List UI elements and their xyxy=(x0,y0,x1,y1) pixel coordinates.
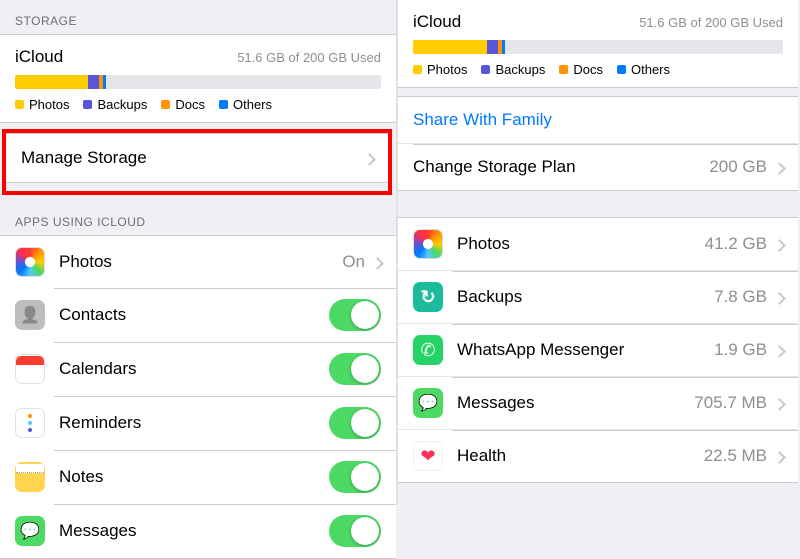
usage-size: 705.7 MB xyxy=(694,393,767,413)
app-label: Photos xyxy=(59,252,342,272)
legend-swatch-docs xyxy=(559,65,568,74)
legend-swatch-others xyxy=(617,65,626,74)
legend-swatch-photos xyxy=(413,65,422,74)
toggle-switch[interactable] xyxy=(329,299,381,331)
legend-swatch-others xyxy=(219,100,228,109)
legend-swatch-photos xyxy=(15,100,24,109)
photos-icon xyxy=(15,247,45,277)
chevron-right-icon xyxy=(365,152,373,165)
notes-icon xyxy=(15,462,45,492)
icloud-storage-summary: iCloud 51.6 GB of 200 GB Used Photos Bac… xyxy=(0,34,396,123)
usage-label: Health xyxy=(457,446,704,466)
toggle-switch[interactable] xyxy=(329,407,381,439)
section-header-storage: STORAGE xyxy=(0,0,396,34)
storage-seg-photos xyxy=(413,40,487,54)
legend-label: Photos xyxy=(29,97,69,112)
usage-row-messages[interactable]: Messages 705.7 MB xyxy=(398,376,798,429)
share-with-family-row[interactable]: Share With Family xyxy=(398,97,798,143)
app-label: Notes xyxy=(59,467,329,487)
storage-seg-others xyxy=(502,40,506,54)
chevron-right-icon xyxy=(775,161,783,174)
storage-legend: Photos Backups Docs Others xyxy=(413,62,783,77)
manage-storage-row[interactable]: Manage Storage xyxy=(6,134,388,182)
storage-seg-others xyxy=(103,75,107,89)
messages-icon xyxy=(15,516,45,546)
toggle-switch[interactable] xyxy=(329,461,381,493)
usage-size: 1.9 GB xyxy=(714,340,767,360)
app-row-contacts[interactable]: Contacts xyxy=(0,288,396,342)
usage-label: Photos xyxy=(457,234,705,254)
legend-swatch-backups xyxy=(83,100,92,109)
usage-row-whatsapp[interactable]: WhatsApp Messenger 1.9 GB xyxy=(398,323,798,376)
usage-row-backups[interactable]: Backups 7.8 GB xyxy=(398,270,798,323)
share-with-family-label: Share With Family xyxy=(413,110,783,130)
calendars-icon xyxy=(15,354,45,384)
app-row-messages[interactable]: Messages xyxy=(0,504,396,558)
app-detail: On xyxy=(342,252,365,272)
app-label: Calendars xyxy=(59,359,329,379)
manage-storage-label: Manage Storage xyxy=(21,148,365,168)
chevron-right-icon xyxy=(775,291,783,304)
chevron-right-icon xyxy=(775,344,783,357)
chevron-right-icon xyxy=(373,256,381,269)
legend-label: Backups xyxy=(97,97,147,112)
messages-icon xyxy=(413,388,443,418)
usage-row-photos[interactable]: Photos 41.2 GB xyxy=(398,218,798,270)
chevron-right-icon xyxy=(775,450,783,463)
app-label: Messages xyxy=(59,521,329,541)
whatsapp-icon xyxy=(413,335,443,365)
legend-label: Backups xyxy=(495,62,545,77)
reminders-icon xyxy=(15,408,45,438)
contacts-icon xyxy=(15,300,45,330)
storage-bar xyxy=(413,40,783,54)
usage-label: WhatsApp Messenger xyxy=(457,340,714,360)
storage-legend: Photos Backups Docs Others xyxy=(15,97,381,112)
toggle-switch[interactable] xyxy=(329,515,381,547)
chevron-right-icon xyxy=(775,397,783,410)
section-header-apps: APPS USING ICLOUD xyxy=(0,201,396,235)
app-label: Reminders xyxy=(59,413,329,433)
storage-seg-backups xyxy=(487,40,498,54)
highlight-manage-storage: Manage Storage xyxy=(2,129,392,195)
health-icon xyxy=(413,441,443,471)
app-row-photos[interactable]: Photos On xyxy=(0,236,396,288)
legend-swatch-docs xyxy=(161,100,170,109)
change-plan-label: Change Storage Plan xyxy=(413,157,709,177)
legend-swatch-backups xyxy=(481,65,490,74)
toggle-switch[interactable] xyxy=(329,353,381,385)
manage-storage-pane: iCloud 51.6 GB of 200 GB Used Photos Bac… xyxy=(398,0,798,504)
chevron-right-icon xyxy=(775,238,783,251)
storage-usage-list: Photos 41.2 GB Backups 7.8 GB WhatsApp M… xyxy=(398,217,798,483)
plan-group: Share With Family Change Storage Plan 20… xyxy=(398,96,798,191)
storage-seg-photos xyxy=(15,75,88,89)
change-storage-plan-row[interactable]: Change Storage Plan 200 GB xyxy=(398,143,798,190)
legend-label: Photos xyxy=(427,62,467,77)
icloud-title: iCloud xyxy=(15,47,63,67)
usage-size: 22.5 MB xyxy=(704,446,767,466)
photos-icon xyxy=(413,229,443,259)
icloud-usage: 51.6 GB of 200 GB Used xyxy=(639,15,783,30)
app-row-notes[interactable]: Notes xyxy=(0,450,396,504)
legend-label: Docs xyxy=(175,97,205,112)
usage-row-health[interactable]: Health 22.5 MB xyxy=(398,429,798,482)
icloud-title: iCloud xyxy=(413,12,461,32)
apps-using-icloud-list: Photos On Contacts Calendars Reminders N… xyxy=(0,235,396,559)
usage-label: Messages xyxy=(457,393,694,413)
legend-label: Docs xyxy=(573,62,603,77)
usage-size: 41.2 GB xyxy=(705,234,767,254)
storage-bar xyxy=(15,75,381,89)
icloud-usage: 51.6 GB of 200 GB Used xyxy=(237,50,381,65)
legend-label: Others xyxy=(631,62,670,77)
app-row-calendars[interactable]: Calendars xyxy=(0,342,396,396)
legend-label: Others xyxy=(233,97,272,112)
app-row-reminders[interactable]: Reminders xyxy=(0,396,396,450)
app-label: Contacts xyxy=(59,305,329,325)
usage-size: 7.8 GB xyxy=(714,287,767,307)
backups-icon xyxy=(413,282,443,312)
usage-label: Backups xyxy=(457,287,714,307)
settings-icloud-pane: STORAGE iCloud 51.6 GB of 200 GB Used Ph… xyxy=(0,0,398,504)
storage-seg-backups xyxy=(88,75,99,89)
change-plan-value: 200 GB xyxy=(709,157,767,177)
